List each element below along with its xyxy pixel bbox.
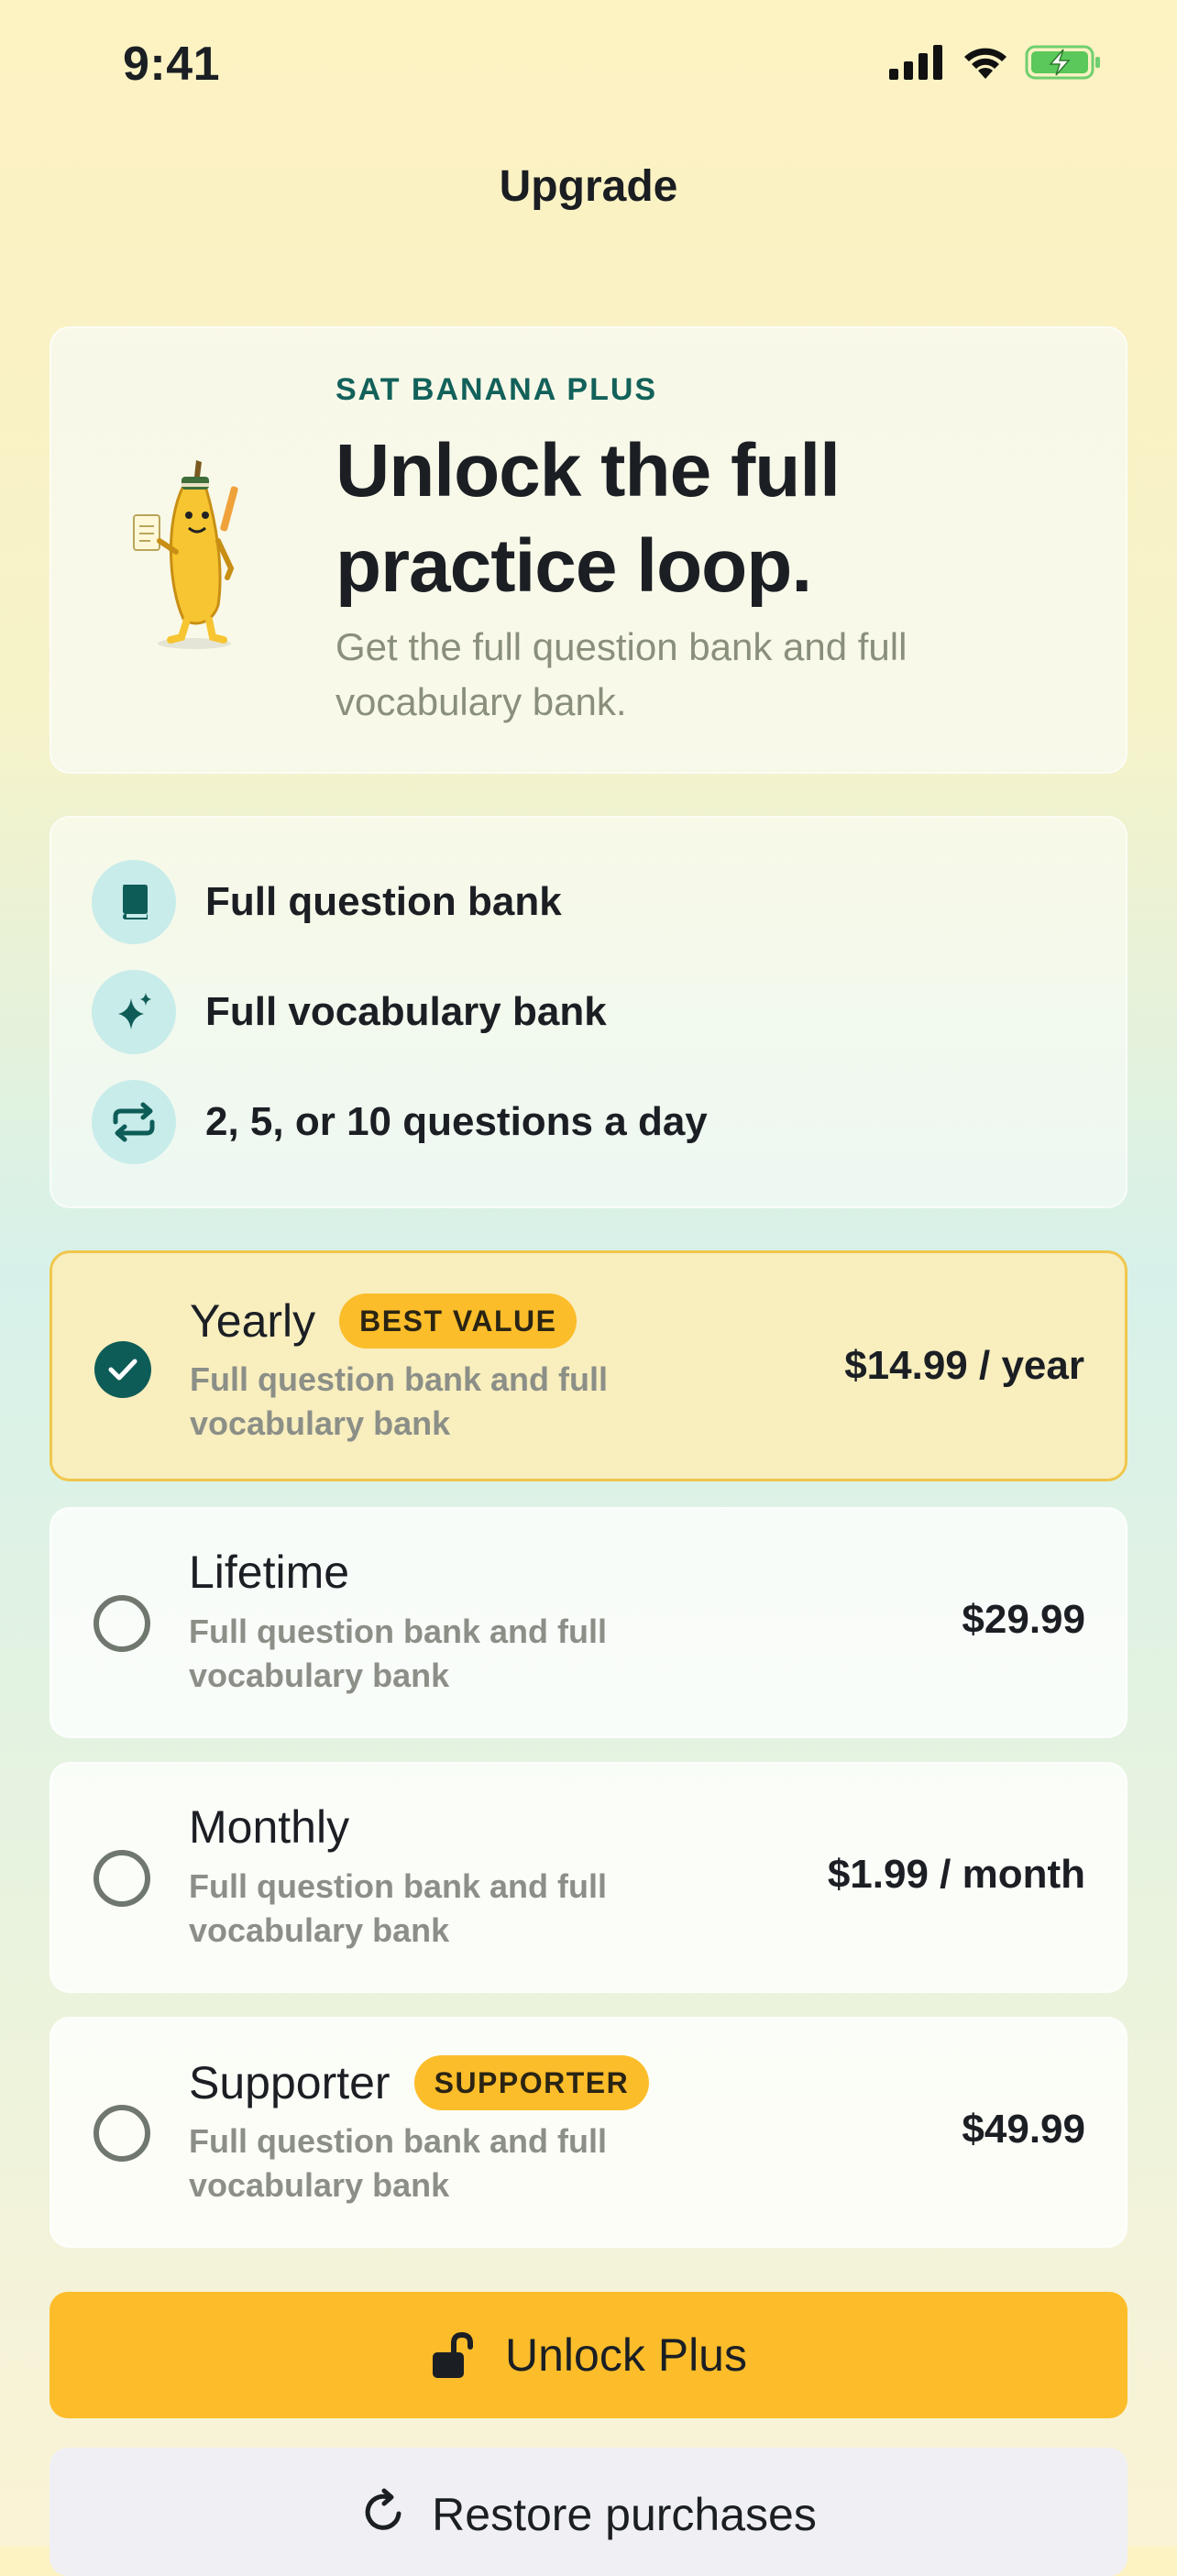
plan-option-supporter[interactable]: Supporter SUPPORTER Full question bank a… [50,2017,1128,2248]
wifi-icon [964,48,1006,79]
unlock-plus-label: Unlock Plus [505,2329,747,2381]
plan-price: $29.99 [962,1597,1085,1642]
sparkles-icon [92,970,176,1054]
banana-mascot-icon [133,460,238,649]
status-time: 9:41 [123,38,221,91]
plan-name: Yearly [190,1295,316,1347]
plan-name: Monthly [189,1801,350,1853]
plan-option-lifetime[interactable]: Lifetime Full question bank and full voc… [50,1507,1128,1738]
restore-purchases-label: Restore purchases [432,2489,817,2540]
hero-subhead: Get the full question bank and full voca… [336,625,908,723]
plan-option-yearly[interactable]: Yearly BEST VALUE Full question bank and… [50,1250,1128,1481]
plan-name: Lifetime [189,1547,350,1598]
feature-label: 2, 5, or 10 questions a day [205,1099,708,1144]
book-icon [92,860,176,944]
plan-price: $14.99 / year [844,1343,1084,1388]
plan-description: Full question bank and full vocabulary b… [189,2122,607,2204]
feature-label: Full question bank [205,879,562,924]
feature-row: Full question bank [92,860,562,944]
unlock-icon [433,2331,473,2378]
plan-name-row: Yearly BEST VALUE [190,1294,578,1349]
plan-price: $1.99 / month [827,1852,1085,1897]
plan-description: Full question bank and full vocabulary b… [190,1360,608,1442]
plan-price: $49.99 [962,2107,1085,2152]
feature-row: 2, 5, or 10 questions a day [92,1080,708,1164]
radio-unchecked-icon[interactable] [94,1595,150,1652]
supporter-badge: SUPPORTER [413,2055,650,2110]
page-title: Upgrade [499,162,678,211]
hero-headline: Unlock the full practice loop. [336,429,841,608]
plan-option-monthly[interactable]: Monthly Full question bank and full voca… [50,1762,1128,1993]
status-icons [889,44,1102,81]
plan-name-row: Supporter SUPPORTER [189,2055,650,2110]
radio-unchecked-icon[interactable] [94,1850,150,1907]
feature-label: Full vocabulary bank [205,989,607,1034]
radio-checked-icon[interactable] [94,1341,151,1398]
radio-unchecked-icon[interactable] [94,2105,150,2162]
repeat-icon [92,1080,176,1164]
restore-purchases-button[interactable]: Restore purchases [50,2448,1128,2576]
plan-name: Supporter [189,2057,390,2108]
best-value-badge: BEST VALUE [339,1294,578,1349]
battery-charging-icon [1025,45,1100,80]
refresh-icon [365,2488,402,2530]
plan-description: Full question bank and full vocabulary b… [189,1867,607,1949]
unlock-plus-button[interactable]: Unlock Plus [50,2292,1128,2418]
signal-icon [889,45,942,80]
plan-description: Full question bank and full vocabulary b… [189,1613,607,1694]
feature-row: Full vocabulary bank [92,970,607,1054]
product-eyebrow: SAT BANANA PLUS [336,372,658,407]
